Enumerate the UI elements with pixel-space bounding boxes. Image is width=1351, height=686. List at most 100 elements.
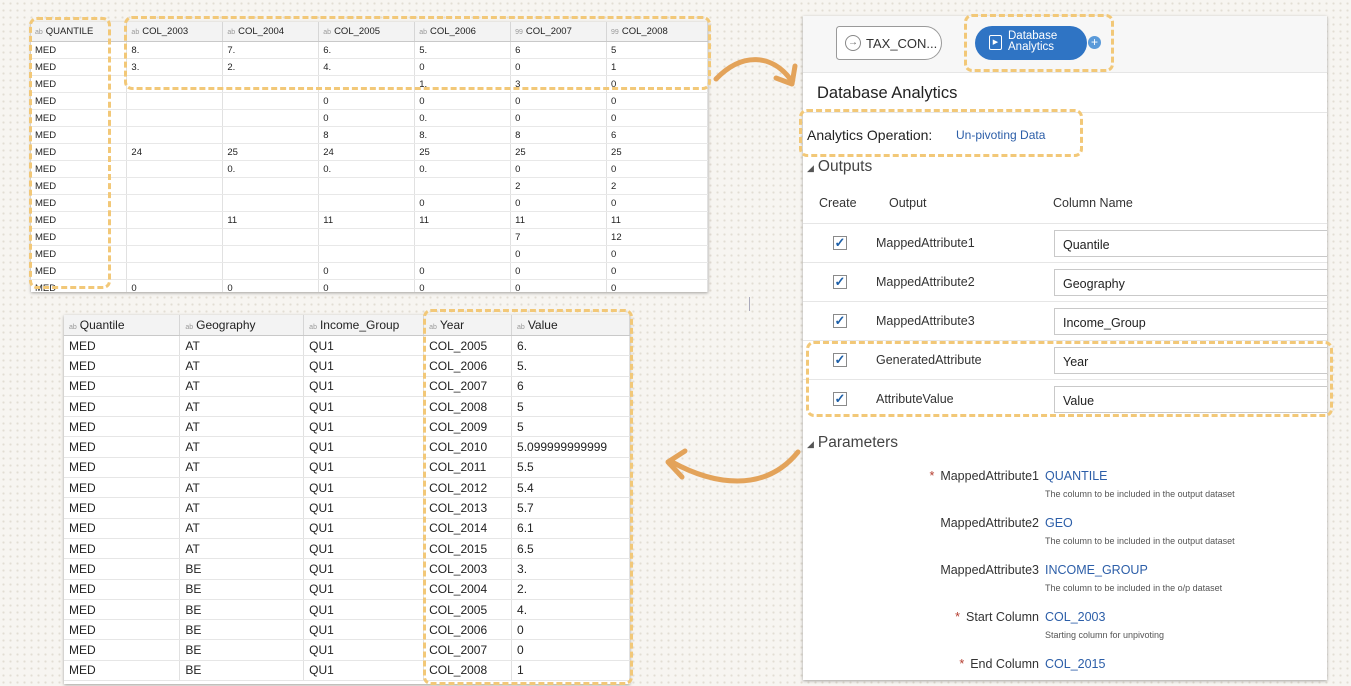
result-cell: AT bbox=[179, 396, 305, 418]
result-cell: 6. bbox=[511, 335, 630, 357]
result-cell: MED bbox=[64, 558, 181, 580]
source-column-header[interactable]: ab COL_2004 bbox=[222, 22, 320, 42]
source-cell bbox=[126, 75, 224, 93]
parameters-section-toggle[interactable]: ◢ Parameters bbox=[807, 434, 898, 452]
outputs-section-title: Outputs bbox=[817, 158, 873, 175]
result-column-header[interactable]: ab Income_Group bbox=[303, 315, 425, 336]
parameter-value-link[interactable]: COL_2003 bbox=[1045, 610, 1105, 624]
create-checkbox[interactable]: ✓ bbox=[833, 314, 847, 328]
result-cell: BE bbox=[179, 599, 305, 621]
source-cell: 6 bbox=[510, 41, 608, 59]
add-step-icon[interactable]: + bbox=[1088, 36, 1101, 49]
source-column-label: COL_2003 bbox=[142, 26, 189, 37]
source-table-row: MED 0 0. 0 0 bbox=[31, 109, 708, 127]
parameter-value-link[interactable]: GEO bbox=[1045, 516, 1073, 530]
result-cell: COL_2003 bbox=[423, 558, 513, 580]
source-cell: 11 bbox=[318, 211, 416, 229]
result-cell: QU1 bbox=[303, 518, 425, 539]
result-cell: 3. bbox=[511, 558, 630, 580]
source-cell: MED bbox=[31, 262, 128, 280]
create-checkbox[interactable]: ✓ bbox=[833, 353, 847, 367]
source-table-row: MED 0 0 0 0 bbox=[31, 262, 708, 280]
result-column-header[interactable]: ab Value bbox=[511, 315, 630, 336]
source-cell: 2 bbox=[606, 177, 708, 195]
text-type-icon: ab bbox=[185, 324, 194, 331]
source-column-header[interactable]: ab COL_2006 bbox=[414, 22, 512, 42]
result-cell: COL_2006 bbox=[423, 619, 513, 641]
source-cell: 25 bbox=[510, 143, 608, 161]
source-cell bbox=[318, 245, 416, 263]
create-checkbox[interactable]: ✓ bbox=[833, 392, 847, 406]
result-table-row: MED AT QU1 COL_2009 5 bbox=[64, 416, 630, 438]
parameter-value-link[interactable]: QUANTILE bbox=[1045, 469, 1108, 483]
parameter-value-link[interactable]: INCOME_GROUP bbox=[1045, 563, 1148, 577]
output-row: ✓ MappedAttribute2 Geography bbox=[803, 262, 1327, 302]
source-cell: 0 bbox=[414, 194, 512, 212]
source-column-header[interactable]: 99 COL_2008 bbox=[606, 22, 708, 42]
analytics-operation-value[interactable]: Un-pivoting Data bbox=[956, 128, 1045, 142]
analytics-operation-label: Analytics Operation: bbox=[807, 127, 933, 143]
flow-node-database-analytics[interactable]: ▶ Database Analytics bbox=[975, 26, 1087, 60]
column-name-input[interactable]: Quantile bbox=[1054, 230, 1327, 257]
source-table-row: MED 11 11 11 11 11 bbox=[31, 211, 708, 229]
source-table-row: MED 0 0 0 0 0 0 bbox=[31, 279, 708, 292]
output-name: GeneratedAttribute bbox=[876, 353, 982, 367]
result-column-header[interactable]: ab Year bbox=[423, 315, 513, 336]
source-cell: 0 bbox=[606, 262, 708, 280]
source-cell: 0. bbox=[414, 160, 512, 178]
outputs-section-toggle[interactable]: ◢ Outputs bbox=[807, 158, 872, 176]
source-cell bbox=[126, 245, 224, 263]
flow-node-tax[interactable]: → TAX_CON... bbox=[836, 26, 942, 60]
result-column-label: Year bbox=[439, 318, 465, 332]
source-cell: 6. bbox=[318, 41, 416, 59]
result-cell: COL_2012 bbox=[423, 477, 513, 499]
source-cell: 0 bbox=[318, 262, 416, 280]
column-name-input[interactable]: Value bbox=[1054, 386, 1327, 413]
result-table-row: MED AT QU1 COL_2012 5.4 bbox=[64, 477, 630, 499]
source-table-row: MED 0 0 bbox=[31, 245, 708, 263]
source-cell: 24 bbox=[126, 143, 224, 161]
result-cell: COL_2009 bbox=[423, 416, 513, 438]
create-checkbox[interactable]: ✓ bbox=[833, 275, 847, 289]
result-table-row: MED AT QU1 COL_2006 5. bbox=[64, 355, 630, 377]
output-name: MappedAttribute1 bbox=[876, 236, 975, 250]
source-cell: 11 bbox=[414, 211, 512, 229]
parameter-value-link[interactable]: COL_2015 bbox=[1045, 657, 1105, 671]
result-column-header[interactable]: ab Geography bbox=[179, 315, 305, 336]
source-cell: MED bbox=[31, 211, 128, 229]
source-cell bbox=[222, 228, 320, 246]
source-cell: 8 bbox=[510, 126, 608, 144]
column-name-input[interactable]: Income_Group bbox=[1054, 308, 1327, 335]
column-name-input[interactable]: Year bbox=[1054, 347, 1327, 374]
source-cell bbox=[126, 126, 224, 144]
result-column-header[interactable]: ab Quantile bbox=[64, 315, 181, 336]
result-cell: 0 bbox=[511, 639, 630, 661]
parameter-description: The column to be included in the output … bbox=[1045, 536, 1235, 546]
result-column-label: Value bbox=[527, 318, 558, 332]
text-type-icon: ab bbox=[69, 324, 77, 331]
flow-canvas: → TAX_CON... ▶ Database Analytics + bbox=[803, 16, 1327, 73]
flow-node-tax-label: TAX_CON... bbox=[866, 36, 938, 51]
source-cell: MED bbox=[31, 177, 128, 195]
source-cell: 3 bbox=[510, 75, 608, 93]
source-cell: MED bbox=[31, 194, 128, 212]
source-column-header[interactable]: ab QUANTILE bbox=[31, 22, 128, 42]
column-name-input[interactable]: Geography bbox=[1054, 269, 1327, 296]
result-cell: QU1 bbox=[303, 477, 425, 499]
dataset-icon: → bbox=[845, 35, 861, 51]
source-table-row: MED 2 2 bbox=[31, 177, 708, 195]
source-column-header[interactable]: ab COL_2003 bbox=[126, 22, 224, 42]
result-cell: COL_2007 bbox=[423, 639, 513, 661]
collapse-triangle-icon: ◢ bbox=[807, 439, 814, 449]
parameter-description: The column to be included in the output … bbox=[1045, 489, 1235, 499]
source-cell: 0 bbox=[510, 245, 608, 263]
result-cell: BE bbox=[179, 660, 305, 682]
output-name: AttributeValue bbox=[876, 392, 954, 406]
source-column-header[interactable]: ab COL_2005 bbox=[318, 22, 416, 42]
source-cell: 0 bbox=[510, 279, 608, 292]
source-column-header[interactable]: 99 COL_2007 bbox=[510, 22, 608, 42]
result-cell: QU1 bbox=[303, 619, 425, 641]
create-checkbox[interactable]: ✓ bbox=[833, 236, 847, 250]
source-column-label: COL_2007 bbox=[525, 26, 572, 37]
source-cell: 25 bbox=[414, 143, 512, 161]
